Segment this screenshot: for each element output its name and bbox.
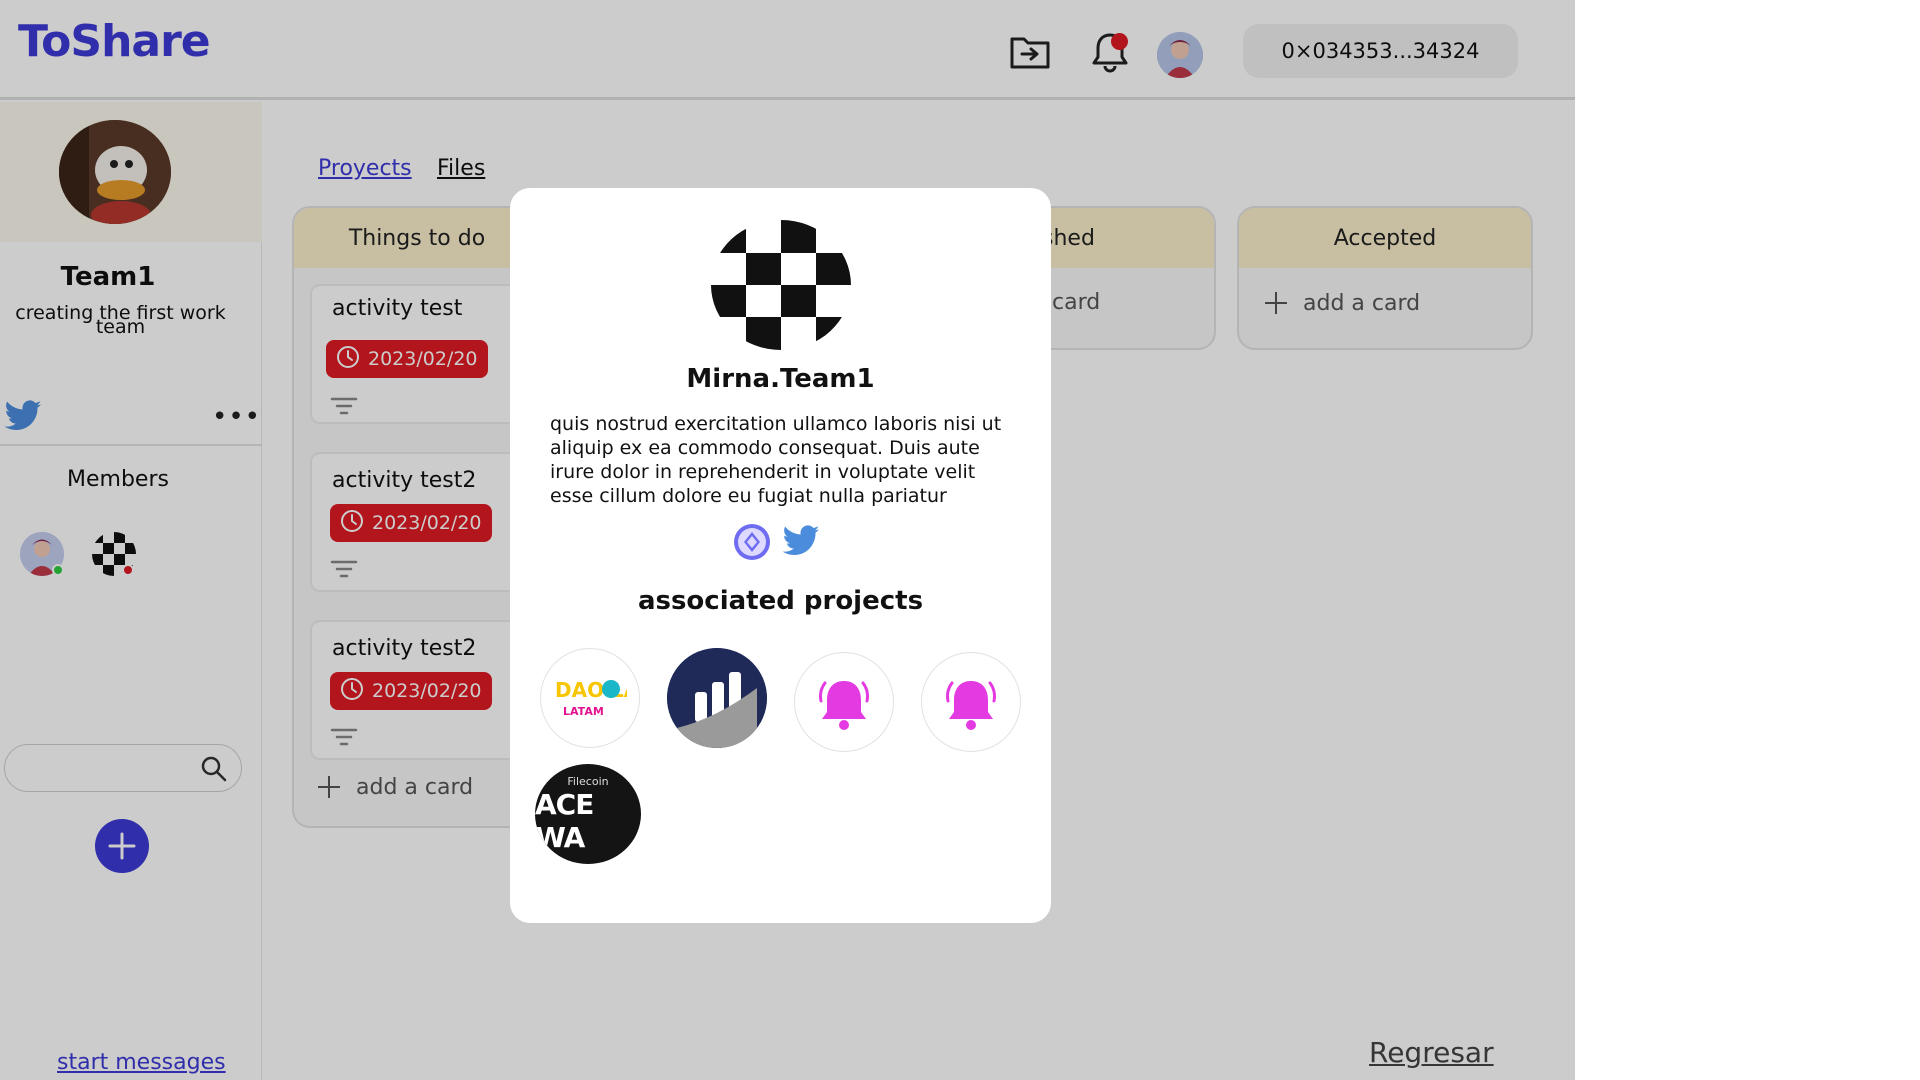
svg-text:LATAM: LATAM — [563, 705, 604, 718]
associated-projects-title: associated projects — [637, 586, 924, 616]
profile-avatar — [711, 220, 851, 350]
profile-name: Mirna.Team1 — [686, 364, 875, 394]
lens-protocol-icon[interactable] — [733, 523, 771, 565]
member-profile-modal: Mirna.Team1 quis nostrud exercitation ul… — [510, 188, 1051, 923]
filecoin-label: Filecoin — [567, 774, 609, 788]
project-logo-filecoin-space-warp[interactable]: Filecoin ACE WA — [535, 764, 641, 864]
profile-bio: quis nostrud exercitation ullamco labori… — [550, 413, 1002, 507]
project-logo-bell[interactable] — [921, 652, 1021, 752]
project-logo-dao-hackathon[interactable]: DAO LATAM LATAM — [540, 648, 640, 748]
twitter-icon[interactable] — [781, 525, 821, 563]
project-logo-bell[interactable] — [794, 652, 894, 752]
space-warp-label: ACE WA — [535, 787, 594, 854]
app-root: ToShare 0×034353...34324 Team1 creating … — [0, 0, 1575, 1080]
project-logo-bar-chart[interactable] — [667, 648, 767, 748]
empty-area — [1575, 0, 1920, 1080]
social-links — [733, 523, 821, 565]
